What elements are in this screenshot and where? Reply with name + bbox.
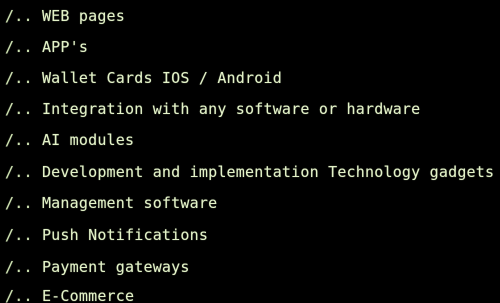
list-item-management-software: /.. Management software <box>5 193 217 213</box>
list-item-ai-modules: /.. AI modules <box>5 130 134 150</box>
list-item-push-notifications: /.. Push Notifications <box>5 225 208 245</box>
list-item-web-pages: /.. WEB pages <box>5 6 125 26</box>
path-prefix: /.. <box>5 226 33 244</box>
list-item-wallet-cards: /.. Wallet Cards IOS / Android <box>5 68 282 88</box>
list-item-label: Development and implementation Technolog… <box>41 163 495 181</box>
path-prefix: /.. <box>5 287 33 303</box>
path-prefix: /.. <box>5 100 33 118</box>
list-item-label: APP's <box>41 38 89 56</box>
path-prefix: /.. <box>5 69 33 87</box>
list-item-label: Integration with any software or hardwar… <box>41 100 421 118</box>
list-item-integration: /.. Integration with any software or har… <box>5 99 420 119</box>
list-item-label: E-Commerce <box>41 287 135 303</box>
path-prefix: /.. <box>5 38 33 56</box>
list-item-label: Push Notifications <box>41 226 209 244</box>
list-item-apps: /.. APP's <box>5 37 88 57</box>
path-prefix: /.. <box>5 163 33 181</box>
list-item-development: /.. Development and implementation Techn… <box>5 162 494 182</box>
list-item-label: Payment gateways <box>41 258 190 276</box>
path-prefix: /.. <box>5 7 33 25</box>
list-item-label: AI modules <box>41 131 135 149</box>
list-item-label: Wallet Cards IOS / Android <box>41 69 282 87</box>
list-item-label: WEB pages <box>41 7 126 25</box>
path-prefix: /.. <box>5 194 33 212</box>
list-item-label: Management software <box>41 194 218 212</box>
terminal-list: /.. WEB pages /.. APP's /.. Wallet Cards… <box>0 0 500 303</box>
path-prefix: /.. <box>5 258 33 276</box>
list-item-payment-gateways: /.. Payment gateways <box>5 257 190 277</box>
path-prefix: /.. <box>5 131 33 149</box>
list-item-e-commerce: /.. E-Commerce <box>5 286 134 303</box>
